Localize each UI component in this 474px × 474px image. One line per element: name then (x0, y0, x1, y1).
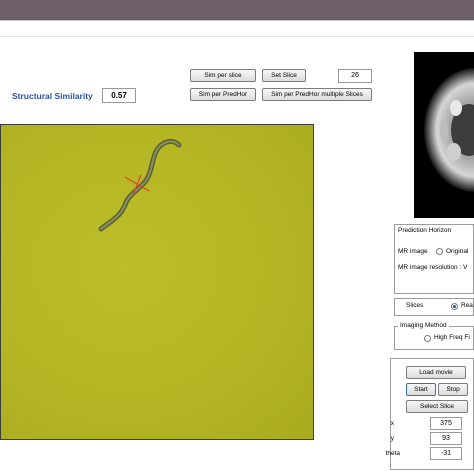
window-title-bar (0, 0, 474, 20)
structural-similarity-value: 0.57 (102, 88, 136, 103)
mr-image-original-label: Original (446, 248, 469, 255)
select-slice-button[interactable]: Select Slice (406, 400, 468, 413)
set-slice-button[interactable]: Set Slice (262, 69, 306, 82)
structural-similarity-label: Structural Similarity (12, 91, 93, 101)
video-frame[interactable] (0, 124, 314, 440)
imaging-method-title: Imaging Method (398, 322, 449, 329)
slices-real-label: Rea (461, 302, 473, 309)
mr-image-label: MR image (398, 248, 428, 255)
x-value-field[interactable]: 375 (430, 417, 462, 430)
high-freq-radio[interactable] (424, 335, 431, 342)
slices-real-radio[interactable] (451, 303, 458, 310)
y-value-field[interactable]: 93 (430, 432, 462, 445)
sim-per-predhor-button[interactable]: Sim per PredHor (190, 88, 256, 101)
mri-image (414, 52, 474, 218)
theta-label: theta (385, 450, 400, 457)
y-label: y (390, 435, 394, 442)
prediction-horizon-group (394, 224, 474, 294)
theta-value-field[interactable]: -31 (430, 447, 462, 460)
start-button[interactable]: Start (406, 383, 436, 396)
sim-per-slice-button[interactable]: Sim per slice (190, 69, 256, 82)
menu-divider (0, 36, 474, 37)
prediction-horizon-title: Prediction Horizon (398, 227, 452, 234)
mr-image-resolution-label: MR image resolution : V (398, 264, 468, 271)
slices-label: Slices (406, 302, 424, 309)
mr-image-original-radio[interactable] (436, 248, 443, 255)
title-bar-divider (0, 20, 474, 21)
worm-image (98, 138, 182, 232)
x-label: x (390, 420, 394, 427)
stop-button[interactable]: Stop (438, 383, 468, 396)
sim-per-predhor-multiple-slices-button[interactable]: Sim per PredHor multiple Slices (262, 88, 372, 101)
slice-number-field[interactable]: 26 (338, 69, 372, 83)
high-freq-label: High Freq Fi (434, 334, 470, 341)
load-movie-button[interactable]: Load movie (406, 366, 466, 379)
